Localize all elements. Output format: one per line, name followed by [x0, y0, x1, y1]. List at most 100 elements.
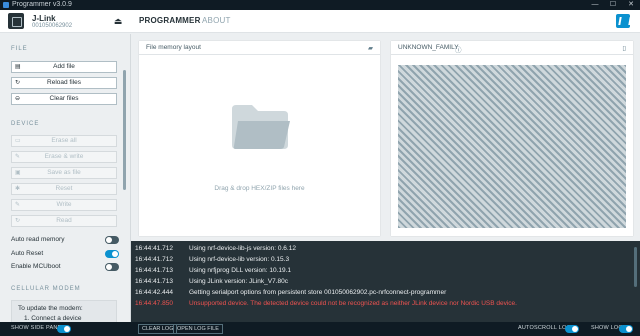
clear-log-button[interactable]: CLEAR LOG	[138, 324, 178, 334]
chip-small-icon: ▯	[622, 45, 626, 52]
pencil-icon: ✎	[15, 154, 21, 160]
erase-all-button[interactable]: ▭ Erase all	[11, 135, 117, 147]
app-header: J-Link 001050062902 ⏏ PROGRAMMER ABOUT	[0, 10, 640, 33]
autoscroll-log-toggle[interactable]	[565, 325, 579, 333]
auto-reset-label: Auto Reset	[11, 250, 44, 257]
side-panel: FILE ▤ Add file ↻ Reload files ⊖ Clear f…	[0, 34, 131, 322]
toggle-knob	[112, 251, 118, 257]
device-serial: 001050062902	[32, 23, 73, 29]
erase-icon: ▭	[15, 138, 21, 144]
autoscroll-log-label: AUTOSCROLL LOG	[518, 325, 571, 331]
log-timestamp: 16:44:42.444	[135, 289, 173, 296]
read-button[interactable]: ↻ Read	[11, 215, 117, 227]
device-memory-panel: UNKNOWN_FAMILY ⓘ ▯	[391, 41, 633, 236]
maximize-button[interactable]: ☐	[604, 0, 622, 10]
auto-read-memory-toggle[interactable]	[105, 236, 119, 244]
info-icon[interactable]: ⓘ	[455, 44, 462, 54]
write-button[interactable]: ✎ Write	[11, 199, 117, 211]
enable-mcuboot-label: Enable MCUboot	[11, 263, 61, 270]
device-section-title: DEVICE	[11, 121, 40, 127]
device-name[interactable]: J-Link	[32, 14, 56, 23]
refresh-icon: ↻	[15, 218, 21, 224]
sidebar-scrollbar[interactable]	[123, 70, 126, 190]
clear-icon: ⊖	[15, 96, 21, 102]
folder-small-icon[interactable]: ▰	[368, 44, 373, 52]
folder-icon	[232, 105, 290, 149]
file-panel-title: File memory layout	[146, 44, 201, 51]
log-message: Using nrf-device-lib version: 0.15.3	[189, 256, 290, 263]
toggle-knob	[626, 326, 632, 332]
save-icon: ▣	[15, 170, 21, 176]
footer-bar: SHOW SIDE PANEL CLEAR LOG OPEN LOG FILE …	[0, 322, 640, 336]
tab-about[interactable]: ABOUT	[202, 16, 231, 25]
erase-write-button[interactable]: ✎ Erase & write	[11, 151, 117, 163]
reload-files-label: Reload files	[47, 79, 81, 86]
log-line-error: 16:44:47.850 Unsupported device. The dete…	[135, 300, 517, 307]
unknown-memory-region	[398, 65, 626, 228]
open-log-file-button[interactable]: OPEN LOG FILE	[173, 324, 223, 334]
toggle-knob	[64, 326, 70, 332]
log-scrollbar[interactable]	[634, 247, 637, 287]
enable-mcuboot-toggle[interactable]	[105, 263, 119, 271]
nordic-logo-icon	[616, 14, 630, 28]
log-message: Unsupported device. The detected device …	[189, 300, 517, 307]
file-section-title: FILE	[11, 46, 28, 52]
tab-programmer[interactable]: PROGRAMMER	[139, 16, 201, 25]
log-timestamp: 16:44:41.713	[135, 267, 173, 274]
toggle-knob	[106, 237, 112, 243]
log-panel[interactable]: 16:44:41.712 Using nrf-device-lib-js vers…	[131, 241, 640, 322]
modem-instruction: To update the modem:	[18, 305, 83, 312]
modem-step-1: 1. Connect a device	[24, 315, 82, 322]
device-chip-icon[interactable]	[8, 13, 24, 29]
clear-files-label: Clear files	[49, 95, 79, 102]
file-memory-panel[interactable]: File memory layout ▰ Drag & drop HEX/ZIP…	[139, 41, 380, 236]
show-side-panel-toggle[interactable]	[57, 325, 71, 333]
log-timestamp: 16:44:41.712	[135, 245, 173, 252]
window-title: Programmer v3.0.9	[12, 1, 72, 8]
reload-files-button[interactable]: ↻ Reload files	[11, 77, 117, 89]
log-line: 16:44:41.712 Using nrf-device-lib-js vers…	[135, 245, 296, 252]
device-panel-title: UNKNOWN_FAMILY	[398, 44, 459, 51]
reset-icon: ✱	[15, 186, 21, 192]
modem-info-box: To update the modem: 1. Connect a device	[11, 300, 117, 322]
minimize-button[interactable]: —	[586, 0, 604, 10]
drop-zone-hint: Drag & drop HEX/ZIP files here	[214, 185, 305, 192]
auto-read-memory-row: Auto read memory	[11, 235, 119, 245]
auto-reset-toggle[interactable]	[105, 250, 119, 258]
clear-files-button[interactable]: ⊖ Clear files	[11, 93, 117, 105]
log-line: 16:44:42.444 Getting serialport options f…	[135, 289, 446, 296]
cellular-modem-title: CELLULAR MODEM	[11, 286, 81, 292]
device-panel-header: UNKNOWN_FAMILY ⓘ ▯	[391, 41, 633, 55]
toggle-knob	[572, 326, 578, 332]
file-panel-header: File memory layout ▰	[139, 41, 380, 55]
save-as-file-label: Save as file	[47, 169, 81, 176]
enable-mcuboot-row: Enable MCUboot	[11, 262, 119, 272]
close-button[interactable]: ✕	[622, 0, 640, 10]
title-bar: Programmer v3.0.9 — ☐ ✕	[0, 0, 640, 10]
log-message: Using nrf-device-lib-js version: 0.6.12	[189, 245, 296, 252]
add-file-button[interactable]: ▤ Add file	[11, 61, 117, 73]
read-label: Read	[56, 217, 72, 224]
file-icon: ▤	[15, 64, 21, 70]
log-line: 16:44:41.713 Using nrfjprog DLL version: …	[135, 267, 291, 274]
log-message: Using nrfjprog DLL version: 10.19.1	[189, 267, 292, 274]
reload-icon: ↻	[15, 80, 21, 86]
log-message: Getting serialport options from persiste…	[189, 289, 447, 296]
save-as-file-button[interactable]: ▣ Save as file	[11, 167, 117, 179]
show-log-toggle[interactable]	[619, 325, 633, 333]
log-line: 16:44:41.712 Using nrf-device-lib version…	[135, 256, 289, 263]
eject-icon[interactable]: ⏏	[113, 16, 123, 26]
log-timestamp: 16:44:41.713	[135, 278, 173, 285]
pencil-icon: ✎	[15, 202, 21, 208]
app-icon	[3, 2, 9, 8]
write-label: Write	[56, 201, 72, 208]
reset-button[interactable]: ✱ Reset	[11, 183, 117, 195]
auto-read-memory-label: Auto read memory	[11, 236, 65, 243]
log-timestamp: 16:44:41.712	[135, 256, 173, 263]
toggle-knob	[106, 264, 112, 270]
log-message: Using JLink version: JLink_V7.80c	[189, 278, 288, 285]
erase-write-label: Erase & write	[44, 153, 84, 160]
auto-reset-row: Auto Reset	[11, 249, 119, 259]
log-timestamp: 16:44:47.850	[135, 300, 173, 307]
erase-all-label: Erase all	[51, 137, 77, 144]
